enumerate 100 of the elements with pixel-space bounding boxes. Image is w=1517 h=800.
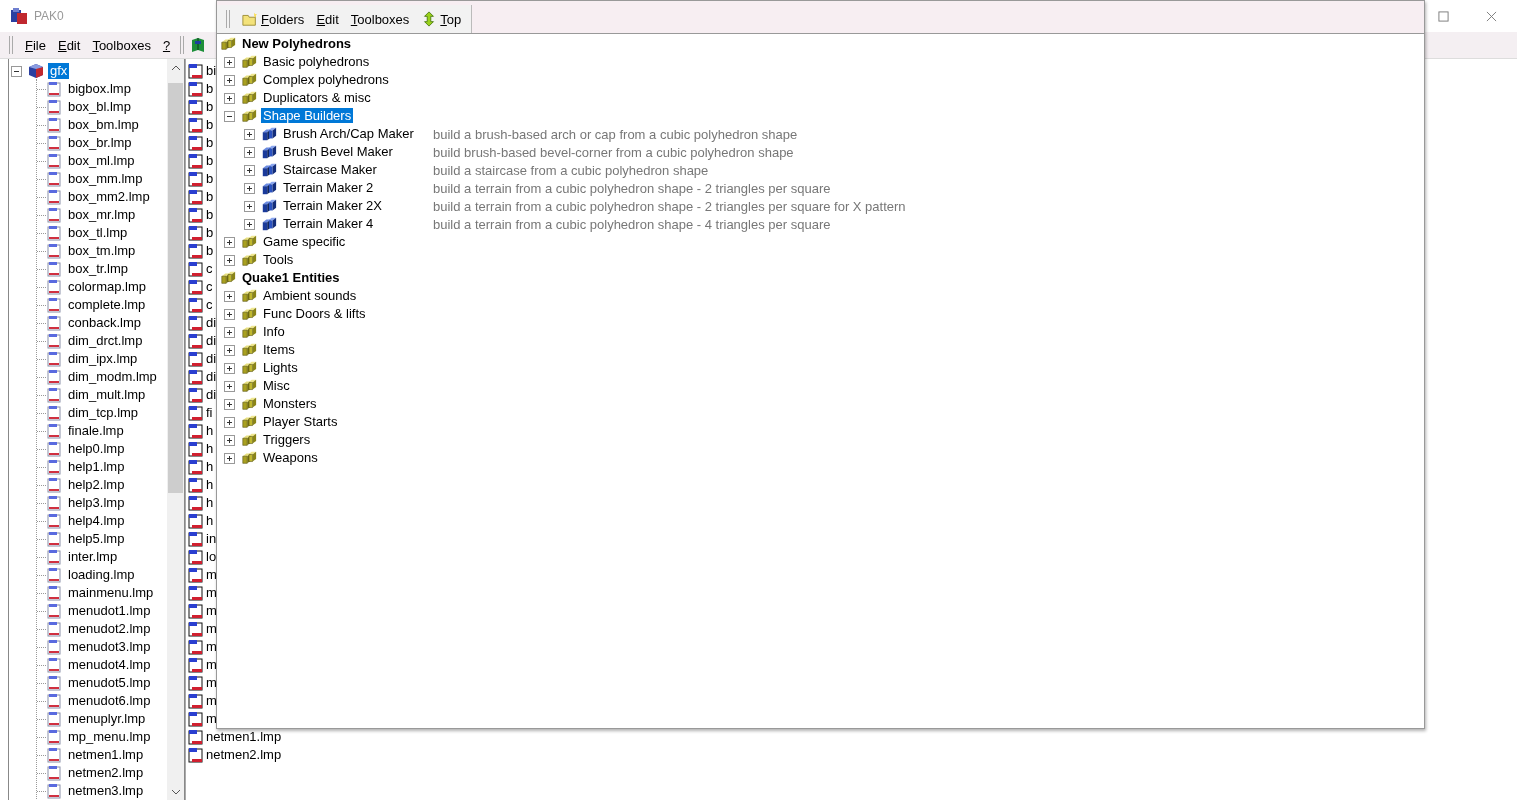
tree-item[interactable]: menudot3.lmp [66, 639, 153, 655]
tree-item[interactable]: help3.lmp [66, 495, 127, 511]
tree-item[interactable]: Shape Builders [261, 108, 354, 123]
list-item[interactable]: b [205, 99, 215, 115]
menu-item[interactable]: Edit [51, 37, 87, 53]
tree-item[interactable]: dim_tcp.lmp [66, 405, 141, 421]
expand-toggle[interactable] [244, 218, 255, 230]
scroll-up-icon[interactable] [170, 65, 181, 71]
menu-item[interactable]: File [19, 37, 52, 53]
list-item[interactable]: m [205, 621, 218, 637]
tree-item[interactable]: Basic polyhedrons [261, 54, 372, 69]
expand-toggle[interactable] [224, 326, 235, 338]
expand-toggle[interactable] [244, 200, 255, 212]
list-item[interactable]: di [205, 369, 218, 385]
tree-item[interactable]: gfx [48, 63, 70, 79]
list-item[interactable]: m [205, 567, 218, 583]
expand-toggle[interactable] [224, 92, 235, 104]
expand-toggle[interactable] [224, 362, 235, 374]
book-icon[interactable] [190, 37, 207, 53]
tree-item[interactable]: inter.lmp [66, 549, 120, 565]
tree-item[interactable]: Weapons [261, 450, 320, 465]
list-item[interactable]: h [205, 459, 215, 475]
toolbar-button[interactable]: Edit [310, 11, 345, 27]
list-item[interactable]: fi [205, 405, 214, 421]
tree-item[interactable]: box_mm.lmp [66, 171, 145, 187]
tree-item[interactable]: netmen3.lmp [66, 783, 146, 799]
list-item[interactable]: b [205, 243, 215, 259]
tree-item[interactable]: dim_ipx.lmp [66, 351, 140, 367]
tree-item[interactable]: Info [261, 324, 287, 339]
list-item[interactable]: h [205, 423, 215, 439]
tree-item[interactable]: dim_mult.lmp [66, 387, 148, 403]
tree-item[interactable]: Quake1 Entities [240, 270, 342, 285]
tree-item[interactable]: menudot5.lmp [66, 675, 153, 691]
expand-toggle[interactable] [224, 344, 235, 356]
tree-item[interactable]: mainmenu.lmp [66, 585, 156, 601]
list-item[interactable]: di [205, 351, 218, 367]
tree-item[interactable]: box_mr.lmp [66, 207, 138, 223]
list-item[interactable]: m [205, 675, 218, 691]
tree-item[interactable]: Misc [261, 378, 292, 393]
tree-item[interactable]: Terrain Maker 2X [281, 198, 384, 213]
toolbar-button[interactable]: Top [415, 11, 468, 27]
tree-item[interactable]: menudot4.lmp [66, 657, 153, 673]
list-item[interactable]: m [205, 603, 218, 619]
tree-item[interactable]: help1.lmp [66, 459, 127, 475]
tree-item[interactable]: Brush Bevel Maker [281, 144, 395, 159]
toolbar-button[interactable]: Toolboxes [344, 11, 416, 27]
expand-toggle[interactable] [224, 254, 235, 266]
tree-item[interactable]: Lights [261, 360, 300, 375]
tree-item[interactable]: netmen2.lmp [66, 765, 146, 781]
menu-item[interactable]: ? [156, 37, 177, 53]
tree-item[interactable]: Complex polyhedrons [261, 72, 391, 87]
expand-toggle[interactable] [224, 308, 235, 320]
list-item[interactable]: b [205, 81, 215, 97]
tree-item[interactable]: dim_drct.lmp [66, 333, 145, 349]
expand-toggle[interactable] [224, 110, 235, 122]
tree-item[interactable]: Ambient sounds [261, 288, 359, 303]
tree-item[interactable]: help0.lmp [66, 441, 127, 457]
collapse-toggle[interactable] [11, 65, 22, 77]
tree-item[interactable]: loading.lmp [66, 567, 137, 583]
tree-item[interactable]: help5.lmp [66, 531, 127, 547]
list-item[interactable]: m [205, 657, 218, 673]
scroll-thumb[interactable] [168, 83, 183, 493]
list-item[interactable]: h [205, 477, 215, 493]
expand-toggle[interactable] [224, 434, 235, 446]
list-item[interactable]: b [205, 225, 215, 241]
tree-item[interactable]: box_bl.lmp [66, 99, 133, 115]
expand-toggle[interactable] [224, 452, 235, 464]
tree-item[interactable]: colormap.lmp [66, 279, 149, 295]
list-item[interactable]: c [205, 261, 214, 277]
list-item[interactable]: bi [205, 63, 218, 79]
list-item[interactable]: b [205, 153, 215, 169]
expand-toggle[interactable] [224, 74, 235, 86]
list-item[interactable]: di [205, 315, 218, 331]
list-item[interactable]: lo [205, 549, 218, 565]
scroll-down-icon[interactable] [170, 789, 181, 795]
tree-item[interactable]: netmen1.lmp [66, 747, 146, 763]
expand-toggle[interactable] [224, 416, 235, 428]
tree-item[interactable]: help4.lmp [66, 513, 127, 529]
list-item[interactable]: m [205, 711, 218, 727]
tree-item[interactable]: Monsters [261, 396, 319, 411]
expand-toggle[interactable] [244, 164, 255, 176]
tree-item[interactable]: box_ml.lmp [66, 153, 137, 169]
tree-item[interactable]: box_bm.lmp [66, 117, 141, 133]
list-item[interactable]: h [205, 513, 215, 529]
tree-item[interactable]: box_mm2.lmp [66, 189, 152, 205]
tree-item[interactable]: conback.lmp [66, 315, 143, 331]
menu-item[interactable]: Toolboxes [86, 37, 157, 53]
expand-toggle[interactable] [244, 182, 255, 194]
tree-item[interactable]: New Polyhedrons [240, 36, 354, 51]
list-item[interactable]: m [205, 639, 218, 655]
list-item[interactable]: c [205, 279, 214, 295]
list-item[interactable]: c [205, 297, 214, 313]
list-item[interactable]: h [205, 495, 215, 511]
tree-item[interactable]: dim_modm.lmp [66, 369, 159, 385]
list-item[interactable]: m [205, 585, 218, 601]
list-item[interactable]: di [205, 387, 218, 403]
tree-item[interactable]: Game specific [261, 234, 348, 249]
list-item[interactable]: in [205, 531, 218, 547]
expand-toggle[interactable] [244, 128, 255, 140]
expand-toggle[interactable] [224, 56, 235, 68]
